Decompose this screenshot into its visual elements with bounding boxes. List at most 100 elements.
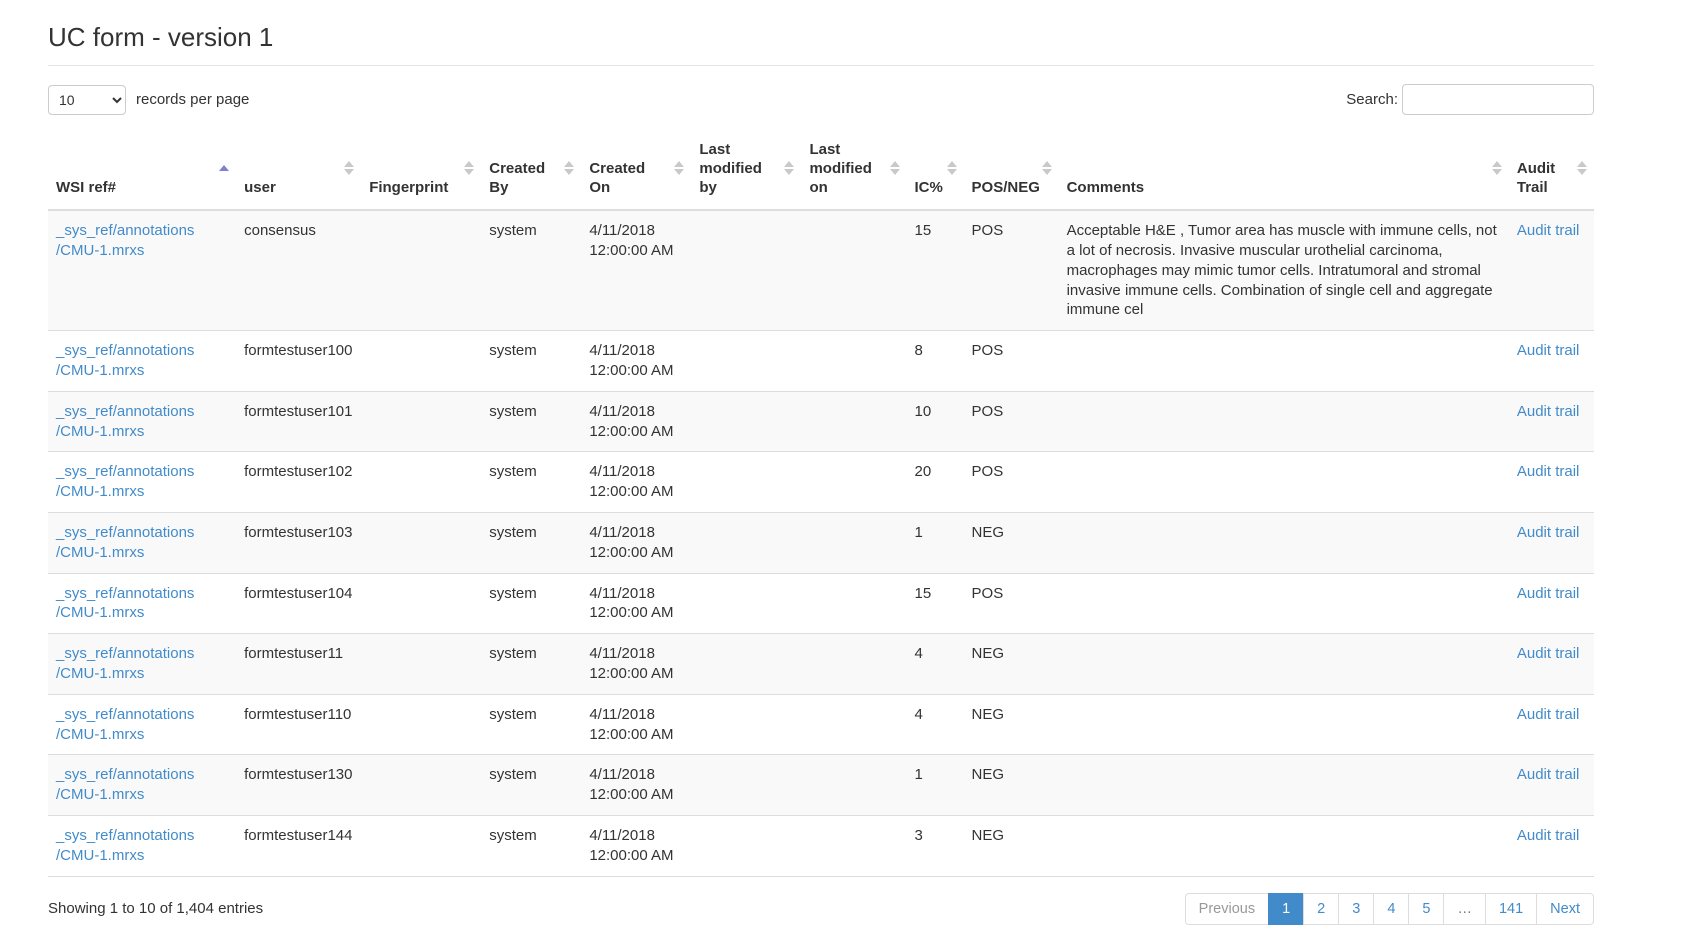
last-modified-on-cell bbox=[801, 573, 906, 634]
wsi-ref-link[interactable]: _sys_ref/annotations/CMU-1.mrxs bbox=[56, 765, 228, 805]
pagination-page-4[interactable]: 4 bbox=[1373, 893, 1409, 925]
entries-summary: Showing 1 to 10 of 1,404 entries bbox=[48, 900, 263, 917]
last-modified-on-cell bbox=[801, 694, 906, 755]
fingerprint-cell bbox=[361, 331, 481, 392]
column-header-audit-trail[interactable]: Audit Trail bbox=[1509, 131, 1594, 210]
column-header-last-modified-on[interactable]: Last modified on bbox=[801, 131, 906, 210]
wsi-ref-line1: _sys_ref/annotations bbox=[56, 462, 228, 482]
wsi-ref-line2: /CMU-1.mrxs bbox=[56, 482, 228, 502]
pagination-page-3[interactable]: 3 bbox=[1338, 893, 1374, 925]
comments-cell bbox=[1059, 331, 1509, 392]
last-modified-on-cell bbox=[801, 513, 906, 574]
user-cell: formtestuser110 bbox=[236, 694, 361, 755]
audit-trail-link[interactable]: Audit trail bbox=[1517, 342, 1580, 359]
sort-both-icon bbox=[674, 161, 684, 175]
audit-trail-cell: Audit trail bbox=[1509, 452, 1594, 513]
wsi-ref-link[interactable]: _sys_ref/annotations/CMU-1.mrxs bbox=[56, 462, 228, 502]
audit-trail-cell: Audit trail bbox=[1509, 694, 1594, 755]
audit-trail-cell: Audit trail bbox=[1509, 755, 1594, 816]
last-modified-by-cell bbox=[691, 452, 801, 513]
comments-cell bbox=[1059, 573, 1509, 634]
audit-trail-link[interactable]: Audit trail bbox=[1517, 827, 1580, 844]
table-header: WSI ref#userFingerprintCreated ByCreated… bbox=[48, 131, 1594, 210]
search-input[interactable] bbox=[1402, 84, 1594, 115]
pagination-page-141[interactable]: 141 bbox=[1485, 893, 1537, 925]
sort-both-icon bbox=[344, 161, 354, 175]
pos-neg-cell: NEG bbox=[964, 634, 1059, 695]
pagination-item: 3 bbox=[1339, 893, 1374, 925]
audit-trail-link[interactable]: Audit trail bbox=[1517, 645, 1580, 662]
wsi-ref-cell: _sys_ref/annotations/CMU-1.mrxs bbox=[48, 210, 236, 330]
audit-trail-link[interactable]: Audit trail bbox=[1517, 463, 1580, 480]
column-header-created-on[interactable]: Created On bbox=[581, 131, 691, 210]
column-header-comments[interactable]: Comments bbox=[1059, 131, 1509, 210]
column-header-wsi-ref[interactable]: WSI ref# bbox=[48, 131, 236, 210]
wsi-ref-link[interactable]: _sys_ref/annotations/CMU-1.mrxs bbox=[56, 523, 228, 563]
sort-both-icon bbox=[564, 161, 574, 175]
created-on-cell: 4/11/2018 12:00:00 AM bbox=[581, 634, 691, 695]
column-header-created-by[interactable]: Created By bbox=[481, 131, 581, 210]
wsi-ref-line1: _sys_ref/annotations bbox=[56, 765, 228, 785]
pos-neg-cell: NEG bbox=[964, 815, 1059, 876]
table-controls: 10 records per page Search: bbox=[48, 84, 1594, 115]
table-body: _sys_ref/annotations/CMU-1.mrxsconsensus… bbox=[48, 210, 1594, 876]
audit-trail-link[interactable]: Audit trail bbox=[1517, 524, 1580, 541]
audit-trail-cell: Audit trail bbox=[1509, 573, 1594, 634]
audit-trail-cell: Audit trail bbox=[1509, 815, 1594, 876]
audit-trail-cell: Audit trail bbox=[1509, 331, 1594, 392]
wsi-ref-link[interactable]: _sys_ref/annotations/CMU-1.mrxs bbox=[56, 705, 228, 745]
table-row: _sys_ref/annotations/CMU-1.mrxsformtestu… bbox=[48, 331, 1594, 392]
fingerprint-cell bbox=[361, 573, 481, 634]
audit-trail-link[interactable]: Audit trail bbox=[1517, 706, 1580, 723]
comments-cell bbox=[1059, 694, 1509, 755]
column-header-label: POS/NEG bbox=[972, 179, 1040, 196]
pos-neg-cell: NEG bbox=[964, 755, 1059, 816]
audit-trail-link[interactable]: Audit trail bbox=[1517, 585, 1580, 602]
wsi-ref-line2: /CMU-1.mrxs bbox=[56, 543, 228, 563]
wsi-ref-link[interactable]: _sys_ref/annotations/CMU-1.mrxs bbox=[56, 826, 228, 866]
wsi-ref-link[interactable]: _sys_ref/annotations/CMU-1.mrxs bbox=[56, 221, 228, 261]
pagination-next[interactable]: Next bbox=[1536, 893, 1594, 925]
fingerprint-cell bbox=[361, 452, 481, 513]
pagination-page-1[interactable]: 1 bbox=[1268, 893, 1304, 925]
pagination-page-5[interactable]: 5 bbox=[1408, 893, 1444, 925]
audit-trail-link[interactable]: Audit trail bbox=[1517, 403, 1580, 420]
column-header-fingerprint[interactable]: Fingerprint bbox=[361, 131, 481, 210]
ic-percent-cell: 1 bbox=[907, 755, 964, 816]
audit-trail-cell: Audit trail bbox=[1509, 210, 1594, 330]
wsi-ref-line1: _sys_ref/annotations bbox=[56, 402, 228, 422]
records-per-page-select[interactable]: 10 bbox=[48, 85, 126, 115]
wsi-ref-link[interactable]: _sys_ref/annotations/CMU-1.mrxs bbox=[56, 644, 228, 684]
sort-both-icon bbox=[947, 161, 957, 175]
last-modified-on-cell bbox=[801, 815, 906, 876]
column-header-pos-neg[interactable]: POS/NEG bbox=[964, 131, 1059, 210]
audit-trail-link[interactable]: Audit trail bbox=[1517, 766, 1580, 783]
ic-percent-cell: 15 bbox=[907, 573, 964, 634]
table-row: _sys_ref/annotations/CMU-1.mrxsformtestu… bbox=[48, 815, 1594, 876]
user-cell: formtestuser11 bbox=[236, 634, 361, 695]
fingerprint-cell bbox=[361, 815, 481, 876]
audit-trail-link[interactable]: Audit trail bbox=[1517, 222, 1580, 239]
ic-percent-cell: 3 bbox=[907, 815, 964, 876]
sort-both-icon bbox=[464, 161, 474, 175]
column-header-label: Audit Trail bbox=[1517, 160, 1555, 196]
search-label: Search: bbox=[1346, 91, 1398, 108]
user-cell: formtestuser144 bbox=[236, 815, 361, 876]
wsi-ref-link[interactable]: _sys_ref/annotations/CMU-1.mrxs bbox=[56, 402, 228, 442]
wsi-ref-line2: /CMU-1.mrxs bbox=[56, 785, 228, 805]
column-header-last-modified-by[interactable]: Last modified by bbox=[691, 131, 801, 210]
pagination-page-2[interactable]: 2 bbox=[1303, 893, 1339, 925]
wsi-ref-line2: /CMU-1.mrxs bbox=[56, 846, 228, 866]
wsi-ref-cell: _sys_ref/annotations/CMU-1.mrxs bbox=[48, 391, 236, 452]
pagination-item: 2 bbox=[1304, 893, 1339, 925]
pagination-item: … bbox=[1444, 893, 1486, 925]
column-header-user[interactable]: user bbox=[236, 131, 361, 210]
column-header-ic[interactable]: IC% bbox=[907, 131, 964, 210]
wsi-ref-link[interactable]: _sys_ref/annotations/CMU-1.mrxs bbox=[56, 341, 228, 381]
fingerprint-cell bbox=[361, 210, 481, 330]
last-modified-by-cell bbox=[691, 755, 801, 816]
records-per-page-label: records per page bbox=[136, 91, 249, 108]
pagination-item: Next bbox=[1537, 893, 1594, 925]
table-header-row: WSI ref#userFingerprintCreated ByCreated… bbox=[48, 131, 1594, 210]
wsi-ref-link[interactable]: _sys_ref/annotations/CMU-1.mrxs bbox=[56, 584, 228, 624]
